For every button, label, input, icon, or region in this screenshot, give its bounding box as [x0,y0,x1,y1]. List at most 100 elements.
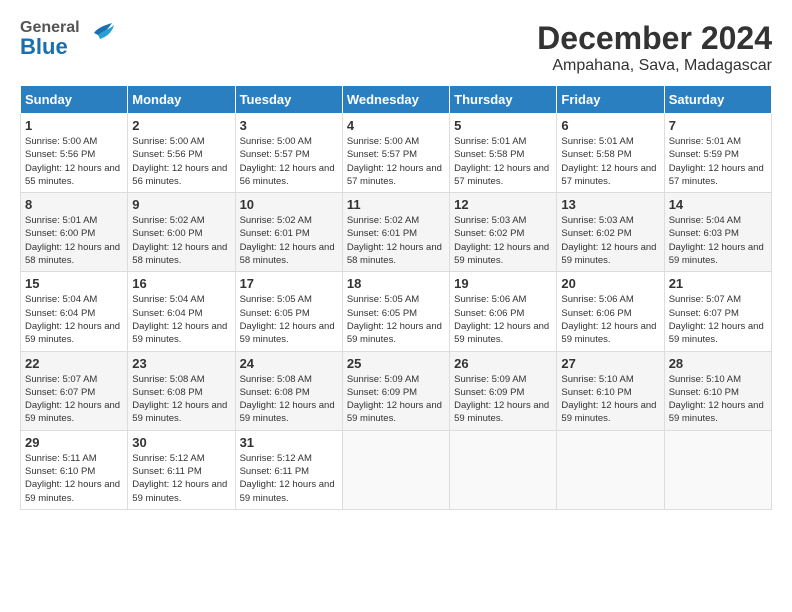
calendar-week-row: 29 Sunrise: 5:11 AMSunset: 6:10 PMDaylig… [21,430,772,509]
day-number: 13 [561,197,659,212]
day-number: 19 [454,276,552,291]
day-info: Sunrise: 5:10 AMSunset: 6:10 PMDaylight:… [561,373,659,426]
day-info: Sunrise: 5:01 AMSunset: 5:59 PMDaylight:… [669,135,767,188]
day-info: Sunrise: 5:01 AMSunset: 5:58 PMDaylight:… [561,135,659,188]
day-info: Sunrise: 5:04 AMSunset: 6:03 PMDaylight:… [669,214,767,267]
day-number: 6 [561,118,659,133]
day-number: 17 [240,276,338,291]
day-info: Sunrise: 5:03 AMSunset: 6:02 PMDaylight:… [454,214,552,267]
day-info: Sunrise: 5:07 AMSunset: 6:07 PMDaylight:… [25,373,123,426]
day-info: Sunrise: 5:12 AMSunset: 6:11 PMDaylight:… [240,452,338,505]
table-row: 21 Sunrise: 5:07 AMSunset: 6:07 PMDaylig… [664,272,771,351]
table-row: 31 Sunrise: 5:12 AMSunset: 6:11 PMDaylig… [235,430,342,509]
day-info: Sunrise: 5:01 AMSunset: 6:00 PMDaylight:… [25,214,123,267]
day-number: 12 [454,197,552,212]
calendar-header: Sunday Monday Tuesday Wednesday Thursday… [21,86,772,114]
table-row: 3 Sunrise: 5:00 AMSunset: 5:57 PMDayligh… [235,114,342,193]
page-subtitle: Ampahana, Sava, Madagascar [537,57,772,75]
table-row: 4 Sunrise: 5:00 AMSunset: 5:57 PMDayligh… [342,114,449,193]
day-info: Sunrise: 5:09 AMSunset: 6:09 PMDaylight:… [454,373,552,426]
calendar-body: 1 Sunrise: 5:00 AMSunset: 5:56 PMDayligh… [21,114,772,510]
day-info: Sunrise: 5:02 AMSunset: 6:01 PMDaylight:… [240,214,338,267]
day-info: Sunrise: 5:05 AMSunset: 6:05 PMDaylight:… [240,293,338,346]
table-row: 28 Sunrise: 5:10 AMSunset: 6:10 PMDaylig… [664,351,771,430]
day-number: 2 [132,118,230,133]
day-info: Sunrise: 5:04 AMSunset: 6:04 PMDaylight:… [132,293,230,346]
day-info: Sunrise: 5:06 AMSunset: 6:06 PMDaylight:… [454,293,552,346]
table-row: 18 Sunrise: 5:05 AMSunset: 6:05 PMDaylig… [342,272,449,351]
table-row [557,430,664,509]
day-number: 8 [25,197,123,212]
day-info: Sunrise: 5:08 AMSunset: 6:08 PMDaylight:… [132,373,230,426]
logo-blue-text: Blue [20,36,80,58]
day-number: 9 [132,197,230,212]
table-row [342,430,449,509]
table-row: 5 Sunrise: 5:01 AMSunset: 5:58 PMDayligh… [450,114,557,193]
table-row [664,430,771,509]
table-row: 25 Sunrise: 5:09 AMSunset: 6:09 PMDaylig… [342,351,449,430]
day-info: Sunrise: 5:00 AMSunset: 5:57 PMDaylight:… [347,135,445,188]
day-info: Sunrise: 5:06 AMSunset: 6:06 PMDaylight:… [561,293,659,346]
day-info: Sunrise: 5:02 AMSunset: 6:01 PMDaylight:… [347,214,445,267]
day-info: Sunrise: 5:12 AMSunset: 6:11 PMDaylight:… [132,452,230,505]
day-number: 26 [454,356,552,371]
day-number: 20 [561,276,659,291]
days-of-week-row: Sunday Monday Tuesday Wednesday Thursday… [21,86,772,114]
page-title: December 2024 [537,20,772,57]
day-info: Sunrise: 5:04 AMSunset: 6:04 PMDaylight:… [25,293,123,346]
title-block: December 2024 Ampahana, Sava, Madagascar [537,20,772,75]
day-info: Sunrise: 5:00 AMSunset: 5:56 PMDaylight:… [25,135,123,188]
page-header: General Blue December 2024 Ampahana, Sav… [20,20,772,75]
table-row: 23 Sunrise: 5:08 AMSunset: 6:08 PMDaylig… [128,351,235,430]
table-row: 22 Sunrise: 5:07 AMSunset: 6:07 PMDaylig… [21,351,128,430]
day-number: 29 [25,435,123,450]
day-number: 28 [669,356,767,371]
table-row: 2 Sunrise: 5:00 AMSunset: 5:56 PMDayligh… [128,114,235,193]
logo: General Blue [20,20,116,58]
day-number: 27 [561,356,659,371]
day-info: Sunrise: 5:01 AMSunset: 5:58 PMDaylight:… [454,135,552,188]
table-row: 20 Sunrise: 5:06 AMSunset: 6:06 PMDaylig… [557,272,664,351]
day-number: 7 [669,118,767,133]
day-info: Sunrise: 5:02 AMSunset: 6:00 PMDaylight:… [132,214,230,267]
table-row: 26 Sunrise: 5:09 AMSunset: 6:09 PMDaylig… [450,351,557,430]
day-info: Sunrise: 5:11 AMSunset: 6:10 PMDaylight:… [25,452,123,505]
day-number: 23 [132,356,230,371]
table-row: 13 Sunrise: 5:03 AMSunset: 6:02 PMDaylig… [557,193,664,272]
table-row: 8 Sunrise: 5:01 AMSunset: 6:00 PMDayligh… [21,193,128,272]
table-row: 1 Sunrise: 5:00 AMSunset: 5:56 PMDayligh… [21,114,128,193]
table-row: 17 Sunrise: 5:05 AMSunset: 6:05 PMDaylig… [235,272,342,351]
col-tuesday: Tuesday [235,86,342,114]
day-number: 24 [240,356,338,371]
day-number: 3 [240,118,338,133]
logo-bird-icon [84,19,116,52]
day-number: 1 [25,118,123,133]
table-row: 27 Sunrise: 5:10 AMSunset: 6:10 PMDaylig… [557,351,664,430]
day-number: 14 [669,197,767,212]
day-info: Sunrise: 5:05 AMSunset: 6:05 PMDaylight:… [347,293,445,346]
day-number: 5 [454,118,552,133]
table-row: 29 Sunrise: 5:11 AMSunset: 6:10 PMDaylig… [21,430,128,509]
day-number: 15 [25,276,123,291]
calendar-week-row: 8 Sunrise: 5:01 AMSunset: 6:00 PMDayligh… [21,193,772,272]
table-row: 30 Sunrise: 5:12 AMSunset: 6:11 PMDaylig… [128,430,235,509]
day-number: 11 [347,197,445,212]
col-monday: Monday [128,86,235,114]
col-thursday: Thursday [450,86,557,114]
table-row: 14 Sunrise: 5:04 AMSunset: 6:03 PMDaylig… [664,193,771,272]
table-row: 10 Sunrise: 5:02 AMSunset: 6:01 PMDaylig… [235,193,342,272]
calendar-table: Sunday Monday Tuesday Wednesday Thursday… [20,85,772,510]
day-number: 4 [347,118,445,133]
day-number: 22 [25,356,123,371]
col-wednesday: Wednesday [342,86,449,114]
table-row: 11 Sunrise: 5:02 AMSunset: 6:01 PMDaylig… [342,193,449,272]
day-number: 21 [669,276,767,291]
table-row: 19 Sunrise: 5:06 AMSunset: 6:06 PMDaylig… [450,272,557,351]
day-info: Sunrise: 5:08 AMSunset: 6:08 PMDaylight:… [240,373,338,426]
calendar-week-row: 22 Sunrise: 5:07 AMSunset: 6:07 PMDaylig… [21,351,772,430]
day-number: 30 [132,435,230,450]
col-saturday: Saturday [664,86,771,114]
table-row: 16 Sunrise: 5:04 AMSunset: 6:04 PMDaylig… [128,272,235,351]
table-row [450,430,557,509]
col-friday: Friday [557,86,664,114]
